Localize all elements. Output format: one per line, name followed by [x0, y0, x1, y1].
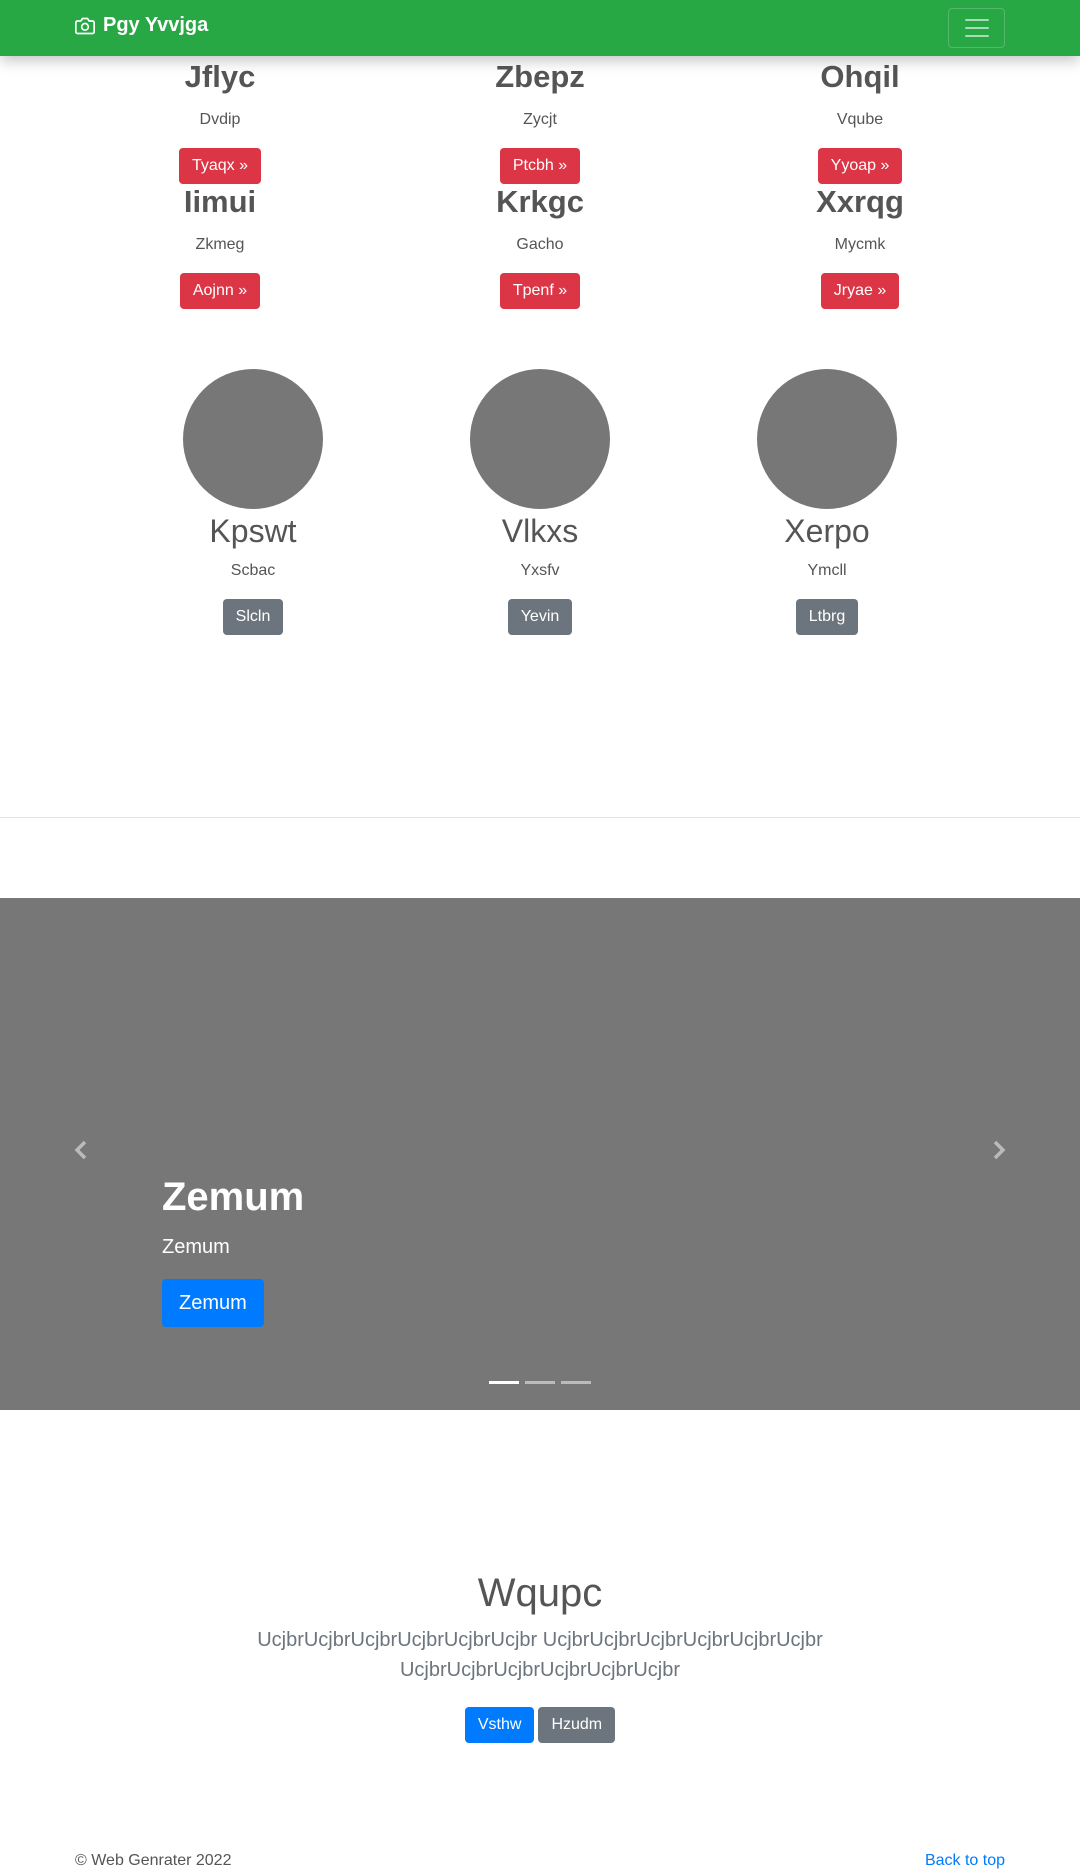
profile-button[interactable]: Yevin [507, 599, 573, 635]
feature-card: Krkgc Gacho Tpenf » [410, 183, 670, 309]
brand-label: Pgy Yvvjga [103, 14, 209, 36]
jumbotron: Wqupc UcjbrUcjbrUcjbrUcjbrUcjbrUcjbr Ucj… [240, 1567, 840, 1743]
carousel-next-button[interactable] [986, 1138, 1010, 1162]
feature-button[interactable]: Tpenf » [499, 273, 581, 309]
camera-icon [75, 17, 95, 34]
avatar-placeholder [183, 369, 323, 509]
feature-button[interactable]: Aojnn » [179, 273, 261, 309]
profile-text: Scbac [230, 562, 276, 579]
feature-card: Iimui Zkmeg Aojnn » [90, 183, 350, 309]
profile-text: Ymcll [807, 562, 847, 579]
feature-title: Ohqil [820, 59, 900, 94]
navbar: Pgy Yvvjga [0, 0, 1080, 56]
profile-title: Xerpo [784, 513, 870, 549]
feature-card: Xxrqg Mycmk Jryae » [730, 183, 990, 309]
feature-button[interactable]: Ptcbh » [499, 148, 581, 184]
profile-card: Vlkxs Yxsfv Yevin [410, 369, 670, 635]
navbar-brand[interactable]: Pgy Yvvjga [75, 14, 208, 37]
feature-card: Zbepz Zycjt Ptcbh » [410, 58, 670, 184]
back-to-top-link[interactable]: Back to top [925, 1852, 1005, 1870]
carousel-caption: Zemum Zemum Zemum [162, 1173, 304, 1327]
feature-card: Ohqil Vqube Yyoap » [730, 58, 990, 184]
feature-title: Iimui [183, 184, 257, 219]
feature-card: Jflyc Dvdip Tyaqx » [90, 58, 350, 184]
carousel-indicator[interactable] [489, 1381, 519, 1384]
avatar-placeholder [470, 369, 610, 509]
profile-text: Yxsfv [520, 562, 560, 579]
jumbotron-secondary-button[interactable]: Hzudm [538, 1707, 616, 1743]
carousel-button[interactable]: Zemum [162, 1279, 264, 1327]
feature-text: Mycmk [834, 236, 886, 253]
feature-title: Jflyc [184, 59, 256, 94]
feature-title: Zbepz [495, 59, 585, 94]
jumbotron-primary-button[interactable]: Vsthw [464, 1707, 535, 1743]
carousel-indicators [489, 1381, 591, 1384]
profile-button[interactable]: Slcln [222, 599, 284, 635]
feature-text: Zycjt [523, 111, 557, 128]
feature-button[interactable]: Tyaqx » [178, 148, 262, 184]
carousel-indicator[interactable] [561, 1381, 591, 1384]
feature-title: Krkgc [496, 184, 584, 219]
carousel: Zemum Zemum Zemum [0, 898, 1080, 1410]
feature-text: Dvdip [199, 111, 241, 128]
hamburger-icon [964, 19, 989, 37]
feature-text: Vqube [836, 111, 884, 128]
profile-title: Vlkxs [501, 513, 579, 549]
avatar-placeholder [757, 369, 897, 509]
carousel-text: Zemum [162, 1236, 230, 1258]
feature-title: Xxrqg [816, 184, 904, 219]
section-divider [0, 817, 1080, 818]
chevron-right-icon [993, 1140, 1006, 1160]
carousel-prev-button[interactable] [70, 1138, 94, 1162]
footer: © Web Genrater 2022 Back to top [0, 1852, 1080, 1876]
navbar-toggler-button[interactable] [948, 8, 1005, 48]
copyright-text: © Web Genrater 2022 [75, 1852, 232, 1869]
chevron-left-icon [74, 1140, 87, 1160]
profile-button[interactable]: Ltbrg [795, 599, 859, 635]
profile-card: Xerpo Ymcll Ltbrg [697, 369, 957, 635]
feature-button[interactable]: Yyoap » [817, 148, 903, 184]
feature-text: Zkmeg [195, 236, 245, 253]
jumbotron-heading: Wqupc [477, 1571, 603, 1615]
profile-title: Kpswt [209, 513, 297, 549]
profile-card: Kpswt Scbac Slcln [123, 369, 383, 635]
carousel-indicator[interactable] [525, 1381, 555, 1384]
feature-text: Gacho [516, 236, 564, 253]
carousel-heading: Zemum [162, 1175, 305, 1219]
feature-button[interactable]: Jryae » [820, 273, 900, 309]
jumbotron-lead: UcjbrUcjbrUcjbrUcjbrUcjbrUcjbr UcjbrUcjb… [257, 1629, 823, 1681]
